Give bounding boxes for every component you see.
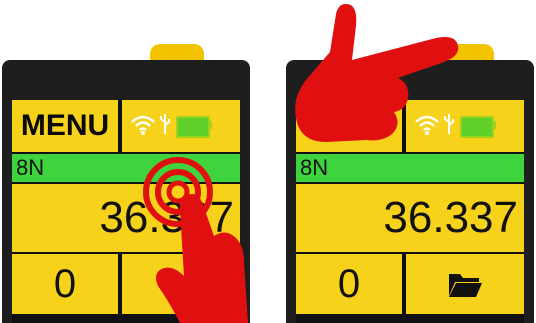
device-panel-left: MENU 8N 36.337 0 <box>2 0 250 323</box>
status-bar <box>122 100 240 152</box>
battery-icon <box>176 116 210 138</box>
hand-tap-icon <box>143 157 248 323</box>
zero-button[interactable]: 0 <box>12 254 118 314</box>
usb-icon <box>160 114 170 134</box>
folder-button[interactable] <box>406 254 524 314</box>
menu-label[interactable]: MENU <box>12 100 118 152</box>
battery-tip <box>209 121 212 129</box>
zero-button[interactable]: 0 <box>296 254 402 314</box>
hand-point-icon <box>295 4 459 142</box>
device-panel-right: 8N 36.337 0 <box>286 0 534 323</box>
wifi-icon <box>131 115 155 135</box>
force-reading: 36.337 <box>296 184 524 252</box>
unit-label: 8N <box>296 154 524 182</box>
folder-icon <box>449 274 482 297</box>
battery-tip <box>493 121 496 129</box>
